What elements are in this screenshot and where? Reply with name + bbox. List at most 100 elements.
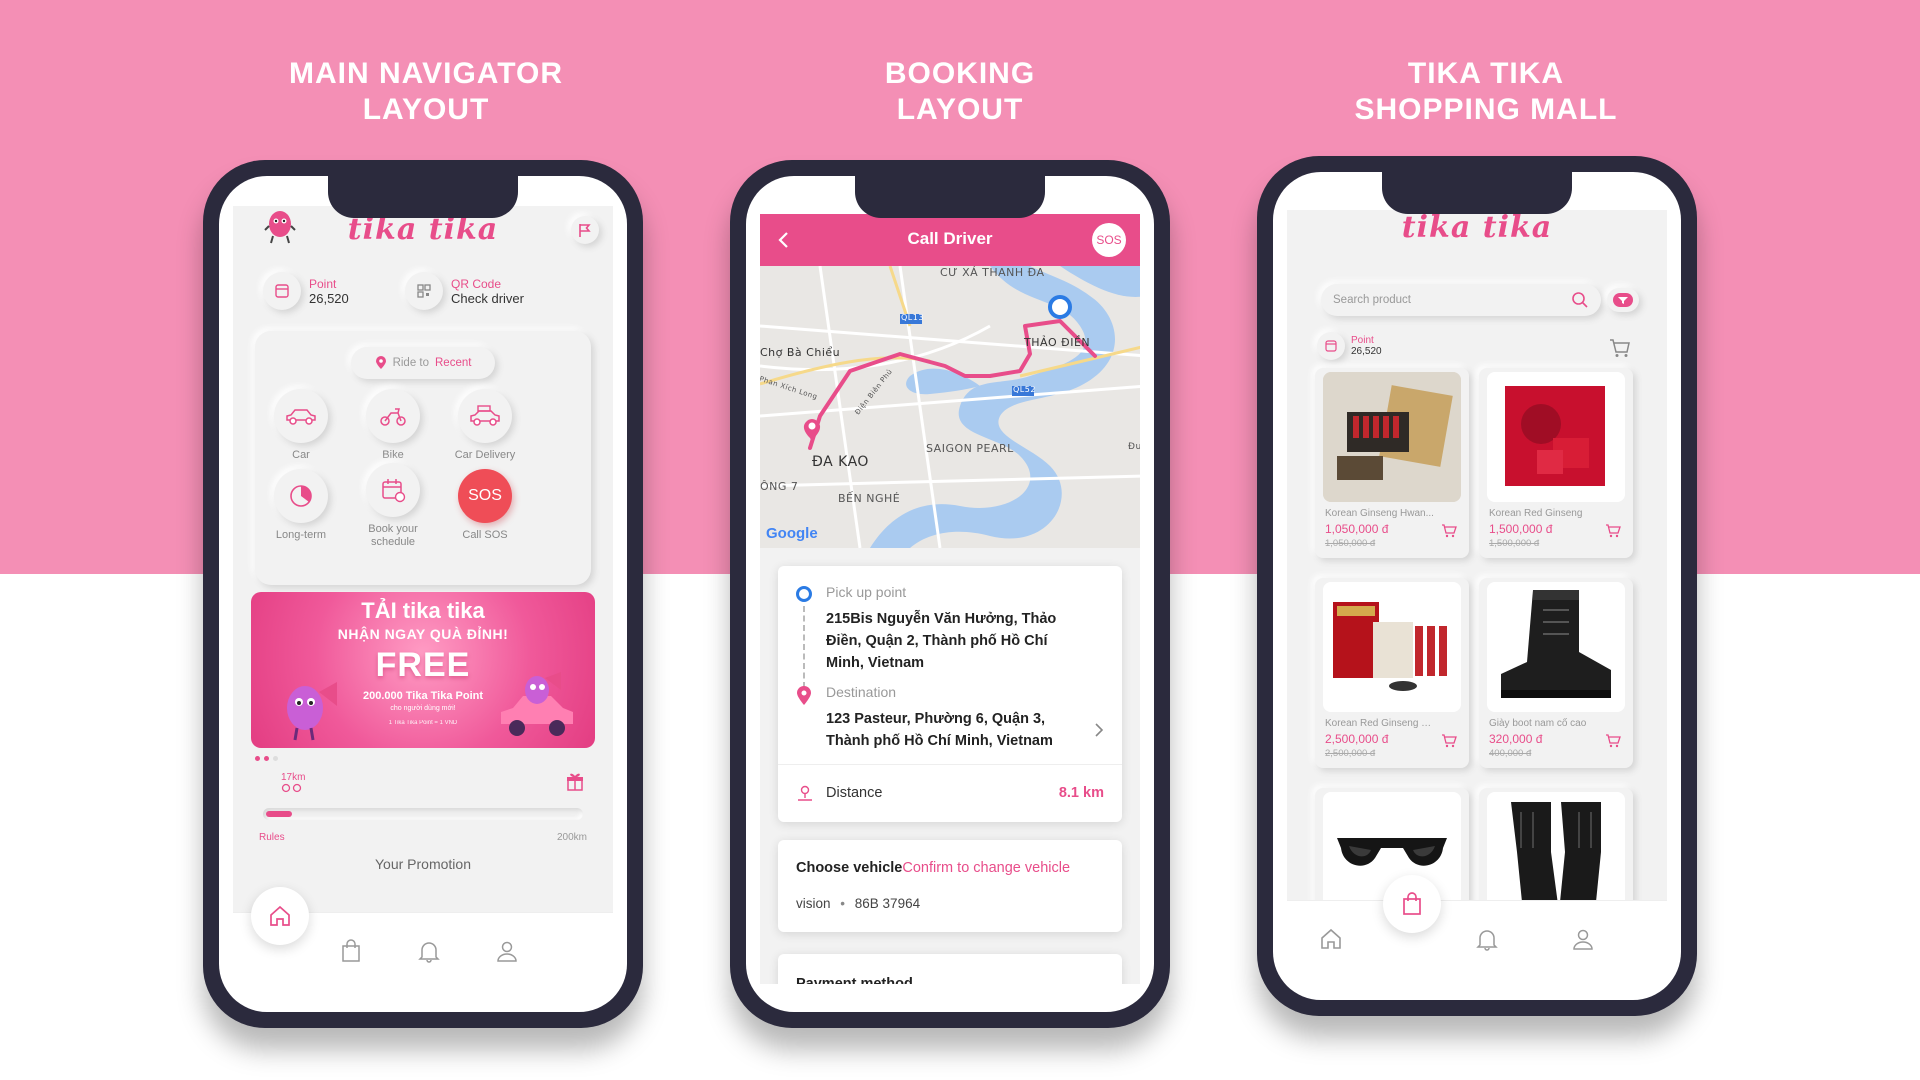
product-price: 2,500,000 đ [1325, 732, 1389, 746]
distance-label: Distance [826, 785, 883, 801]
phone-screen: Call Driver SOS CƯ XÁ THANH ĐA THẢO ĐIỀN… [746, 176, 1154, 1012]
ride-prefix: Ride to [392, 357, 429, 369]
product-card[interactable]: Giày boot nam cổ cao 320,000 đ 400,000 đ [1479, 578, 1633, 768]
progress-current: 17km [281, 772, 305, 796]
home-icon [270, 905, 290, 926]
user-icon [1573, 929, 1593, 950]
sos-icon: SOS [458, 469, 512, 523]
add-to-cart-icon[interactable] [1605, 734, 1621, 748]
road-label: Đườ [1128, 442, 1140, 452]
heading-line: TIKA TIKA [1407, 57, 1565, 90]
tab-home[interactable] [1311, 919, 1351, 959]
progress-bar-fill [266, 811, 292, 817]
service-car-delivery[interactable]: Car Delivery [435, 389, 535, 461]
point-label: Point [309, 276, 337, 291]
tab-notifications[interactable] [1467, 919, 1507, 959]
heading-shopping-mall: TIKA TIKA SHOPPING MALL [1286, 56, 1686, 128]
chevron-right-icon[interactable] [1094, 722, 1104, 738]
promotion-title: Your Promotion [375, 856, 471, 872]
carousel-dot[interactable] [264, 756, 269, 761]
flag-icon[interactable] [571, 216, 599, 244]
sos-button[interactable]: SOS [1092, 223, 1126, 257]
service-call-sos[interactable]: SOS Call SOS [435, 469, 535, 541]
main-info-row: Point 26,520 QR Code Check driver [263, 272, 593, 316]
destination-address: 123 Pasteur, Phường 6, Quận 3, Thành phố… [826, 711, 1053, 749]
carousel-dot[interactable] [273, 756, 278, 761]
product-card[interactable]: Korean Ginseng Hwan... 1,050,000 đ 1,050… [1315, 368, 1469, 558]
add-to-cart-icon[interactable] [1605, 524, 1621, 538]
shop-app: tika tika Search product Point 26,520 Ko… [1287, 210, 1667, 976]
vehicle-card[interactable]: Choose vehicleConfirm to change vehicle … [778, 840, 1122, 932]
service-label: Car [292, 449, 310, 461]
bottom-tab-bar [1287, 875, 1667, 976]
tab-shop[interactable] [1383, 875, 1441, 933]
ride-target: Recent [435, 357, 472, 369]
progress-bar [263, 808, 583, 820]
phone-shopping-mall: tika tika Search product Point 26,520 Ko… [1257, 156, 1697, 1016]
add-to-cart-icon[interactable] [1441, 734, 1457, 748]
service-bike[interactable]: Bike [343, 389, 443, 461]
payment-card[interactable]: Payment method [778, 954, 1122, 984]
pickup-label: Pick up point [826, 584, 907, 600]
distance-pin-icon [798, 785, 812, 801]
product-image [1487, 372, 1625, 502]
service-label: Car Delivery [454, 449, 516, 461]
bottom-tab-bar [233, 887, 613, 984]
carousel-dot[interactable] [255, 756, 260, 761]
service-label: Book your schedule [368, 523, 418, 548]
add-to-cart-icon[interactable] [1441, 524, 1457, 538]
search-icon[interactable] [1571, 291, 1589, 309]
change-vehicle-link[interactable]: Confirm to change vehicle [902, 860, 1070, 876]
search-input[interactable]: Search product [1321, 284, 1601, 316]
qr-code-icon [405, 272, 443, 310]
user-icon [497, 941, 517, 962]
product-card[interactable]: Korean Red Ginseng 1,500,000 đ 1,500,000… [1479, 368, 1633, 558]
product-price: 320,000 đ [1489, 732, 1543, 746]
distance-progress: 17km Rules 200km [255, 772, 591, 843]
product-card[interactable]: Korean Red Ginseng Ex... 2,500,000 đ 2,5… [1315, 578, 1469, 768]
product-image [1487, 582, 1625, 712]
vehicle-header: Choose vehicleConfirm to change vehicle [796, 860, 1070, 876]
tab-home[interactable] [251, 887, 309, 945]
promo-banner[interactable]: TẢI tika tika NHẬN NGAY QUÀ ĐỈNH! FREE 2… [251, 592, 595, 748]
service-book-schedule[interactable]: Book your schedule [343, 463, 443, 549]
carousel-dots[interactable] [255, 756, 278, 761]
heading-main-navigator: MAIN NAVIGATOR LAYOUT [226, 56, 626, 128]
map-drawing [760, 266, 1140, 548]
tab-notifications[interactable] [409, 931, 449, 971]
road-label: QL52 [1013, 385, 1036, 394]
tab-shop[interactable] [331, 931, 371, 971]
product-name: Korean Red Ginseng [1489, 508, 1583, 519]
qr-item[interactable]: QR Code Check driver [405, 272, 524, 310]
sos-badge: SOS [468, 487, 502, 504]
route-card[interactable]: Pick up point 215Bis Nguyễn Văn Hưởng, T… [778, 566, 1122, 822]
booking-title: Call Driver [907, 229, 993, 248]
service-car[interactable]: Car [251, 389, 351, 461]
bell-icon [1476, 930, 1498, 951]
progress-max: 200km [556, 832, 587, 843]
phone-booking: Call Driver SOS CƯ XÁ THANH ĐA THẢO ĐIỀN… [730, 160, 1170, 1028]
tab-profile[interactable] [487, 931, 527, 971]
filter-button[interactable] [1607, 288, 1639, 312]
services-panel: Ride to Recent Car Bike Car Delivery Lon… [255, 331, 591, 585]
banner-title: TẢI tika tika [361, 598, 485, 623]
service-long-term[interactable]: Long-term [251, 469, 351, 541]
point-item[interactable]: Point 26,520 [263, 272, 349, 310]
route-map[interactable]: CƯ XÁ THANH ĐA THẢO ĐIỀN Chợ Bà Chiểu ĐA… [760, 266, 1140, 548]
distance-row: Distance 8.1 km [778, 764, 1122, 822]
map-label: Chợ Bà Chiểu [760, 346, 841, 359]
heading-line: MAIN NAVIGATOR [289, 57, 563, 90]
clock-icon [274, 469, 328, 523]
gift-icon[interactable] [565, 772, 585, 792]
shop-point[interactable]: Point 26,520 [1317, 332, 1382, 360]
main-app: tika tika Point 26,520 QR Code Check dri… [233, 206, 613, 984]
qr-label: QR Code [451, 276, 502, 291]
google-logo: Google [766, 525, 818, 542]
bike-wheels-icon [281, 783, 302, 793]
tab-profile[interactable] [1563, 919, 1603, 959]
rules-link[interactable]: Rules [259, 832, 285, 843]
phone-screen: tika tika Point 26,520 QR Code Check dri… [219, 176, 627, 1012]
ride-to-recent-button[interactable]: Ride to Recent [351, 347, 495, 379]
service-label: Long-term [275, 529, 327, 541]
cart-icon[interactable] [1609, 338, 1631, 358]
